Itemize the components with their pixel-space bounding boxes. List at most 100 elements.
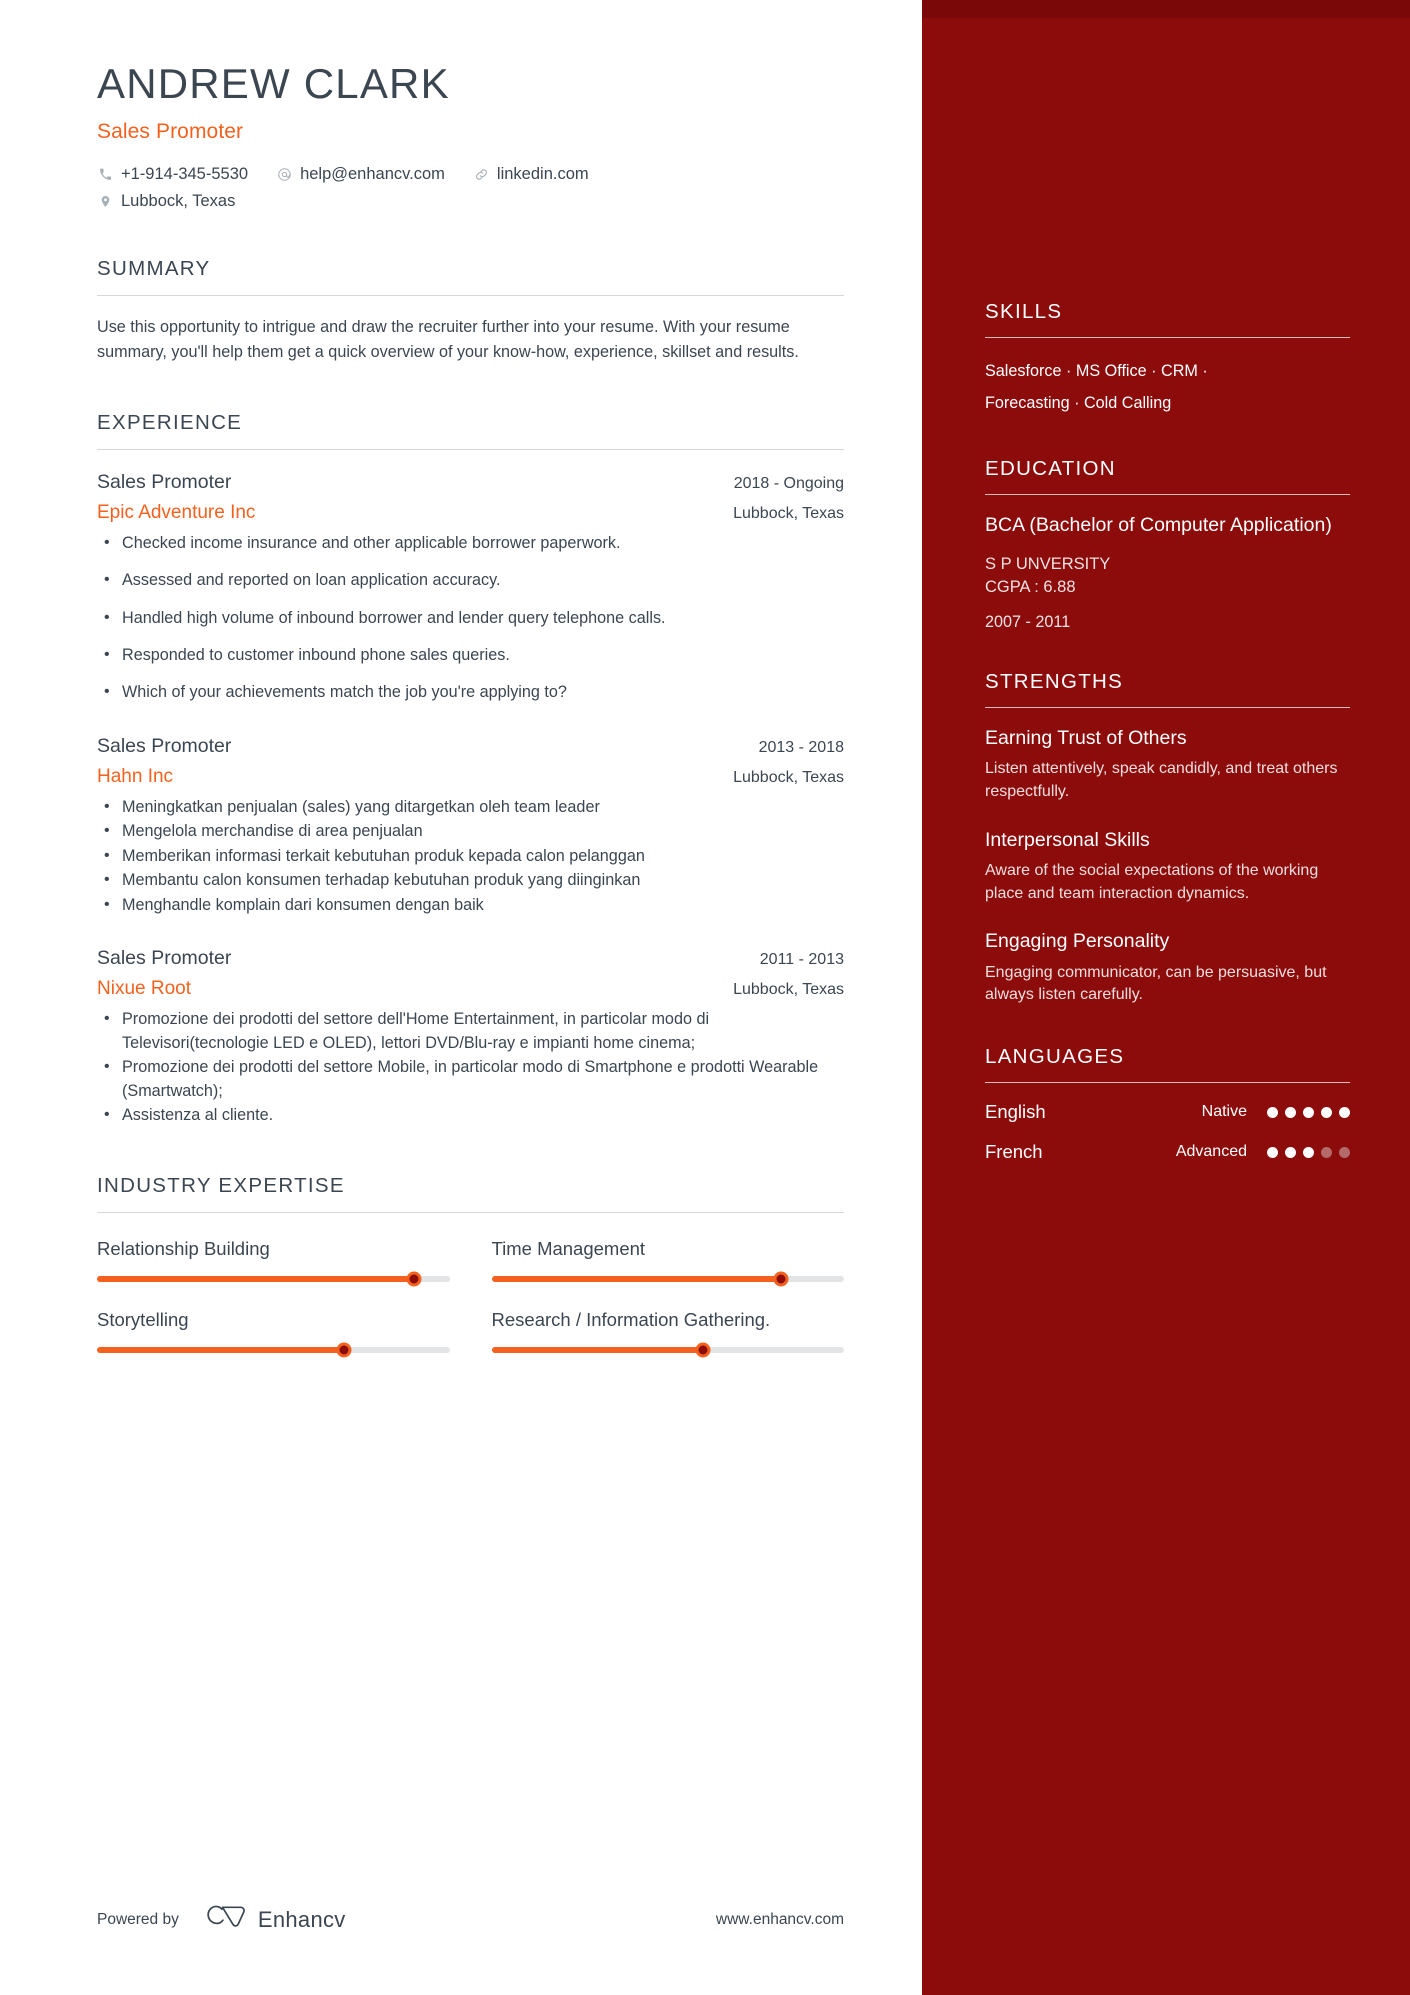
language-level-dot: [1303, 1146, 1314, 1158]
section-experience: EXPERIENCE Sales Promoter 2018 - Ongoing E…: [97, 411, 844, 1128]
expertise-slider-track[interactable]: [97, 1271, 450, 1287]
expertise-label: Storytelling: [97, 1308, 189, 1330]
expertise-slider-knob[interactable]: [695, 1342, 711, 1358]
strengths-list: Earning Trust of Others Listen attentivel…: [985, 726, 1350, 1007]
language-level-dot: [1321, 1106, 1332, 1118]
experience-date: 2018 - Ongoing: [733, 474, 844, 492]
experience-location: Lubbock, Texas: [733, 504, 844, 522]
section-summary: SUMMARY Use this opportunity to intrigue…: [97, 257, 844, 364]
sidebar-section-languages: LANGUAGES English Native French Advanced: [985, 1045, 1350, 1163]
experience-company: Nixue Root: [97, 978, 191, 1000]
language-name: English: [985, 1101, 1046, 1123]
contact-location: Lubbock, Texas: [97, 192, 235, 211]
education-school: S P UNVERSITY: [985, 554, 1111, 573]
languages-list: English Native French Advanced: [985, 1101, 1350, 1163]
contact-phone[interactable]: +1-914-345-5530: [97, 165, 248, 184]
expertise-slider: Relationship Building: [97, 1235, 450, 1287]
experience-position: Sales Promoter: [97, 470, 232, 493]
experience-bullet: Promozione dei prodotti del settore Mobi…: [97, 1055, 844, 1103]
language-level-dot: [1285, 1106, 1296, 1118]
contact-linkedin[interactable]: linkedin.com: [473, 165, 589, 184]
language-level-dot: [1339, 1106, 1350, 1118]
experience-company: Hahn Inc: [97, 765, 174, 787]
skill-line: Salesforce · MS Office · CRM ·: [985, 362, 1208, 380]
education-gpa: CGPA : 6.88: [985, 577, 1076, 596]
experience-item-header: Sales Promoter 2018 - Ongoing: [97, 471, 844, 494]
language-level-dot: [1321, 1146, 1332, 1158]
expertise-slider-knob[interactable]: [406, 1271, 422, 1287]
expertise-slider-track[interactable]: [97, 1342, 450, 1358]
expertise-slider: Storytelling: [97, 1306, 450, 1358]
expertise-label: Time Management: [491, 1237, 646, 1259]
expertise-slider-fill: [491, 1275, 781, 1282]
footer-website-url[interactable]: www.enhancv.com: [716, 1911, 844, 1929]
experience-location: Lubbock, Texas: [733, 981, 844, 999]
candidate-name: ANDREW CLARK: [97, 60, 450, 107]
skill-line: Forecasting · Cold Calling: [985, 393, 1172, 412]
summary-text: Use this opportunity to intrigue and dra…: [97, 318, 799, 361]
section-industry-expertise: INDUSTRY EXPERTISE Relationship Building…: [97, 1174, 844, 1358]
sidebar-column: SKILLS Salesforce · MS Office · CRM · For…: [922, 0, 1410, 1995]
education-entry: BCA (Bachelor of Computer Application) S…: [985, 513, 1350, 632]
strength-description: Listen attentively, speak candidly, and …: [985, 760, 1338, 800]
experience-position: Sales Promoter: [97, 734, 232, 757]
contact-linkedin-text: linkedin.com: [496, 165, 589, 184]
expertise-slider-fill: [97, 1275, 415, 1282]
expertise-slider-fill: [491, 1346, 703, 1353]
strengths-divider: [985, 706, 1350, 708]
experience-item-subheader: Nixue Root Lubbock, Texas: [97, 978, 844, 1000]
language-level-dot: [1267, 1146, 1278, 1158]
experience-bullet: Memberikan informasi terkait kebutuhan p…: [97, 844, 844, 868]
expertise-slider-knob[interactable]: [773, 1271, 789, 1287]
contact-email[interactable]: help@enhancv.com: [276, 165, 445, 184]
contact-row-primary: +1-914-345-5530 help@enhancv.com linkedi…: [97, 165, 844, 184]
expertise-slider-track[interactable]: [491, 1342, 844, 1358]
expertise-slider: Research / Information Gathering.: [491, 1306, 844, 1358]
experience-bullet-list: Promozione dei prodotti del settore dell…: [97, 1007, 844, 1127]
skills-list: Salesforce · MS Office · CRM · Forecastin…: [985, 356, 1350, 419]
experience-bullet: Assistenza al cliente.: [97, 1103, 844, 1127]
sidebar-section-education: EDUCATION BCA (Bachelor of Computer Appl…: [985, 457, 1350, 632]
experience-location: Lubbock, Texas: [733, 768, 844, 786]
phone-icon: [97, 168, 114, 181]
powered-by-label: Powered by: [97, 1910, 179, 1928]
experience-heading: EXPERIENCE: [97, 410, 243, 434]
languages-divider: [985, 1082, 1350, 1084]
powered-by-block: Powered by Enhancv: [97, 1904, 346, 1935]
expertise-slider-grid: Relationship Building Time Management Stor…: [97, 1235, 844, 1358]
page-footer: Powered by Enhancv www.enhancv.com: [97, 1904, 844, 1935]
experience-company: Epic Adventure Inc: [97, 501, 256, 523]
strength-description: Engaging communicator, can be persuasive…: [985, 963, 1327, 1004]
link-icon: [473, 167, 490, 182]
education-heading: EDUCATION: [985, 457, 1116, 481]
enhancv-logo-icon: [201, 1904, 247, 1935]
experience-bullet: Meningkatkan penjualan (sales) yang dita…: [97, 795, 844, 819]
experience-bullet: Membantu calon konsumen terhadap kebutuh…: [97, 868, 844, 892]
summary-heading: SUMMARY: [97, 257, 211, 281]
language-level-dots: [1267, 1106, 1350, 1118]
enhancv-brand-name: Enhancv: [257, 1906, 346, 1932]
experience-bullet: Handled high volume of inbound borrower …: [97, 605, 844, 630]
experience-bullet: Menghandle komplain dari konsumen dengan…: [97, 893, 844, 917]
strengths-heading: STRENGTHS: [985, 669, 1124, 693]
experience-item-subheader: Hahn Inc Lubbock, Texas: [97, 766, 844, 788]
main-column: ANDREW CLARK Sales Promoter +1-914-345-5…: [0, 0, 922, 1995]
expertise-slider-track[interactable]: [491, 1271, 844, 1287]
language-level-label: Native: [1201, 1103, 1247, 1121]
experience-date: 2011 - 2013: [759, 951, 844, 969]
experience-item-header: Sales Promoter 2011 - 2013: [97, 947, 844, 970]
language-name: French: [985, 1141, 1043, 1163]
education-date: 2007 - 2011: [985, 612, 1071, 631]
language-level-label: Advanced: [1175, 1143, 1247, 1161]
contact-email-text: help@enhancv.com: [300, 165, 445, 184]
language-level-dots: [1267, 1146, 1350, 1158]
experience-item-subheader: Epic Adventure Inc Lubbock, Texas: [97, 502, 844, 524]
strength-name: Earning Trust of Others: [985, 726, 1187, 749]
experience-item: Sales Promoter 2013 - 2018 Hahn Inc Lubbock…: [97, 735, 844, 917]
expertise-slider-knob[interactable]: [336, 1342, 352, 1358]
resume-header: ANDREW CLARK Sales Promoter +1-914-345-5…: [97, 60, 844, 211]
strength-description: Aware of the social expectations of the …: [985, 861, 1319, 902]
expertise-slider-fill: [97, 1346, 344, 1353]
resume-page: ANDREW CLARK Sales Promoter +1-914-345-5…: [0, 0, 1410, 1995]
language-item: French Advanced: [985, 1141, 1350, 1163]
